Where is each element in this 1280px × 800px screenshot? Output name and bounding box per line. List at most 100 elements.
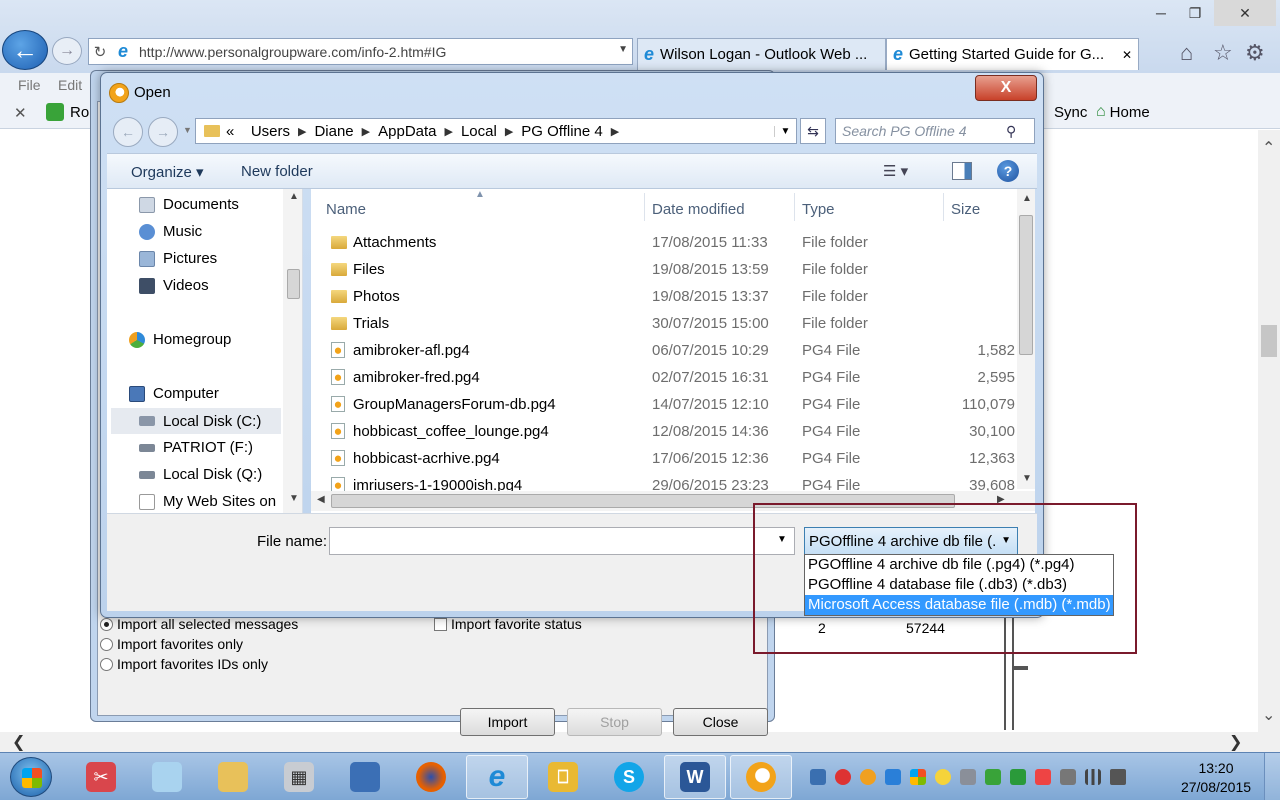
file-row[interactable]: amibroker-afl.pg4 06/07/2015 10:29 PG4 Fil…: [311, 337, 1015, 364]
file-row[interactable]: Attachments 17/08/2015 11:33 File folder: [311, 229, 1015, 256]
import-all-option[interactable]: Import all selected messages: [100, 616, 298, 632]
nav-scrollbar[interactable]: ▲ ▼: [283, 189, 302, 513]
refresh-button[interactable]: ⇆: [800, 118, 826, 144]
nav-patriot-f[interactable]: PATRIOT (F:): [139, 439, 253, 456]
start-button[interactable]: [10, 757, 52, 797]
menu-file[interactable]: File: [18, 77, 41, 93]
nav-homegroup[interactable]: Homegroup: [129, 331, 231, 348]
breadcrumb-diane[interactable]: Diane: [314, 123, 353, 140]
address-url[interactable]: http://www.personalgroupware.com/info-2.…: [135, 44, 446, 60]
nav-local-disk-c[interactable]: Local Disk (C:): [111, 408, 281, 434]
import-button[interactable]: Import: [460, 708, 555, 736]
notes-icon[interactable]: [935, 769, 951, 785]
radio-icon[interactable]: [100, 657, 113, 671]
file-row[interactable]: hobbicast_coffee_lounge.pg4 12/08/2015 14…: [311, 418, 1015, 445]
chevron-right-icon[interactable]: ❯: [1229, 732, 1242, 752]
taskbar-pg-offline[interactable]: [730, 755, 792, 799]
file-row[interactable]: Photos 19/08/2015 13:37 File folder: [311, 283, 1015, 310]
menu-edit[interactable]: Edit: [58, 77, 82, 93]
scrollbar-thumb[interactable]: [1019, 215, 1033, 355]
home-icon[interactable]: ⌂: [1180, 40, 1193, 66]
favorite-sync[interactable]: Sync: [1054, 104, 1087, 121]
taskbar-internet-explorer[interactable]: e: [466, 755, 528, 799]
page-vertical-scrollbar[interactable]: ⌃ ⌄: [1258, 130, 1280, 732]
chevron-down-icon[interactable]: ▼: [183, 125, 192, 135]
file-name-input[interactable]: [329, 527, 795, 555]
organize-button[interactable]: Organize ▾: [131, 163, 204, 181]
import-favorite-status-option[interactable]: Import favorite status: [434, 616, 582, 632]
chevron-left-icon[interactable]: ❮: [12, 732, 25, 752]
maximize-button[interactable]: ❐: [1172, 0, 1218, 26]
dropbox-icon[interactable]: [885, 769, 901, 785]
windows-flag-icon[interactable]: [910, 769, 926, 785]
chevron-down-icon[interactable]: ▼: [289, 493, 299, 504]
search-box[interactable]: ⚲: [835, 118, 1035, 144]
radio-icon[interactable]: [100, 617, 113, 631]
nav-computer[interactable]: Computer: [129, 385, 219, 402]
breadcrumb[interactable]: « ▶ Users ▶ Diane ▶ AppData ▶ Local ▶ PG…: [195, 118, 797, 144]
nav-forward-button[interactable]: →: [148, 117, 178, 147]
chevron-up-icon[interactable]: ▲: [1022, 193, 1032, 204]
import-favorite-ids-option[interactable]: Import favorites IDs only: [100, 656, 268, 672]
tab-getting-started[interactable]: e Getting Started Guide for G... ✕: [886, 38, 1139, 70]
refresh-icon[interactable]: ↻: [89, 43, 111, 61]
roboform-tray-icon[interactable]: [835, 769, 851, 785]
nav-documents[interactable]: Documents: [139, 196, 239, 213]
file-row[interactable]: hobbicast-acrhive.pg4 17/06/2015 12:36 PG4…: [311, 445, 1015, 472]
import-favorites-option[interactable]: Import favorites only: [100, 636, 243, 652]
breadcrumb-local[interactable]: Local: [461, 123, 497, 140]
file-row[interactable]: GroupManagersForum-db.pg4 14/07/2015 12:1…: [311, 391, 1015, 418]
favorite-home[interactable]: ⌂ Home: [1096, 103, 1150, 121]
nav-local-disk-q[interactable]: Local Disk (Q:): [139, 466, 262, 483]
taskbar-lock[interactable]: ⎕: [532, 755, 594, 799]
nav-my-web-sites[interactable]: My Web Sites on: [139, 493, 276, 510]
search-input[interactable]: [836, 123, 1006, 139]
signal-icon[interactable]: [1085, 769, 1101, 785]
show-hidden-icons-icon[interactable]: [810, 769, 826, 785]
breadcrumb-users[interactable]: Users: [251, 123, 290, 140]
forward-button[interactable]: →: [52, 37, 82, 65]
close-icon[interactable]: ✕: [14, 104, 27, 122]
gear-icon[interactable]: ⚙: [1245, 40, 1265, 66]
chevron-right-icon[interactable]: ▶: [505, 125, 513, 138]
volume-muted-icon[interactable]: [1110, 769, 1126, 785]
green-app-icon[interactable]: [985, 769, 1001, 785]
file-row[interactable]: Trials 30/07/2015 15:00 File folder: [311, 310, 1015, 337]
nav-back-button[interactable]: ←: [113, 117, 143, 147]
search-icon[interactable]: ⚲: [1006, 123, 1016, 140]
column-type[interactable]: Type: [802, 201, 835, 218]
breadcrumb-appdata[interactable]: AppData: [378, 123, 436, 140]
chevron-down-icon[interactable]: ▼: [774, 125, 796, 137]
window-close-button[interactable]: ✕: [1214, 0, 1276, 26]
column-divider[interactable]: [943, 193, 944, 221]
chevron-up-icon[interactable]: ⌃: [1262, 138, 1275, 158]
dialog-close-button[interactable]: X: [975, 75, 1037, 101]
nav-videos[interactable]: Videos: [139, 277, 209, 294]
close-button[interactable]: Close: [673, 708, 768, 736]
taskbar-network[interactable]: [334, 755, 396, 799]
taskbar-calculator[interactable]: ▦: [268, 755, 330, 799]
new-folder-button[interactable]: New folder: [241, 163, 313, 180]
usb-icon[interactable]: [960, 769, 976, 785]
chevron-left-icon[interactable]: ◀: [317, 494, 325, 505]
tab-outlook[interactable]: e Wilson Logan - Outlook Web ...: [637, 38, 886, 70]
chevron-down-icon[interactable]: ⌄: [1262, 705, 1275, 725]
preview-pane-icon[interactable]: [952, 162, 972, 180]
chevron-down-icon[interactable]: ▼: [618, 44, 628, 55]
column-divider[interactable]: [644, 193, 645, 221]
file-row[interactable]: Files 19/08/2015 13:59 File folder: [311, 256, 1015, 283]
address-bar[interactable]: ↻ e http://www.personalgroupware.com/inf…: [88, 38, 633, 65]
scrollbar-thumb[interactable]: [287, 269, 300, 299]
h-icon[interactable]: [1010, 769, 1026, 785]
taskbar-file-explorer[interactable]: [202, 755, 264, 799]
column-name[interactable]: Name: [326, 201, 366, 218]
chevron-right-icon[interactable]: ▶: [362, 125, 370, 138]
chevron-right-icon[interactable]: ▶: [298, 125, 306, 138]
taskbar-notepad[interactable]: [136, 755, 198, 799]
checkbox-icon[interactable]: [434, 617, 447, 631]
show-desktop-button[interactable]: [1264, 753, 1280, 800]
taskbar-word[interactable]: W: [664, 755, 726, 799]
column-size[interactable]: Size: [951, 201, 980, 218]
column-divider[interactable]: [794, 193, 795, 221]
chevron-down-icon[interactable]: ▼: [1022, 473, 1032, 484]
